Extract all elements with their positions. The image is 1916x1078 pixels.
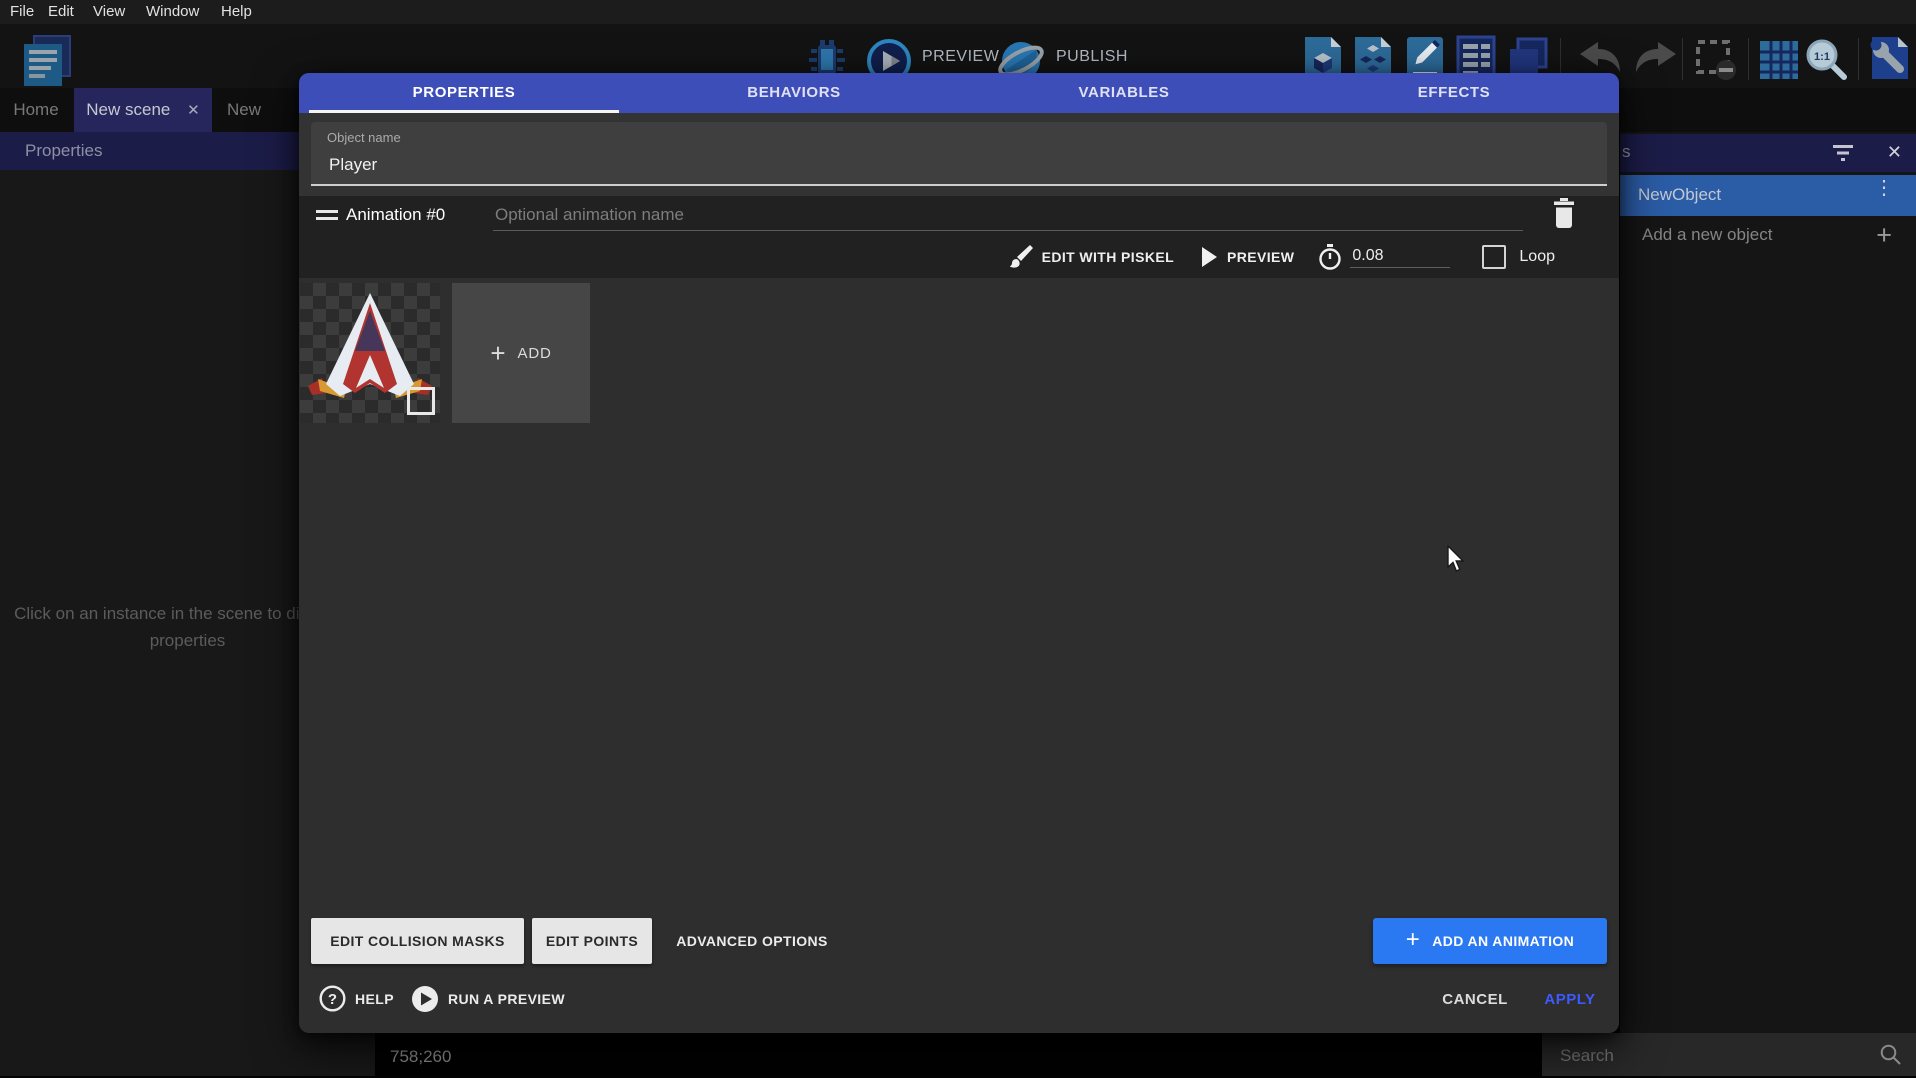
objects-panel-title: s bbox=[1622, 142, 1631, 162]
scene-properties-icon[interactable] bbox=[1868, 35, 1916, 86]
grid-icon[interactable] bbox=[1757, 38, 1801, 87]
plus-icon: + bbox=[490, 338, 505, 369]
search-bar bbox=[1542, 1033, 1916, 1076]
loop-label: Loop bbox=[1519, 248, 1555, 266]
deselect-all-icon[interactable] bbox=[1694, 38, 1738, 87]
animation-name-input[interactable] bbox=[493, 200, 1523, 231]
object-name-label: Object name bbox=[327, 130, 401, 145]
tab-variables[interactable]: VARIABLES bbox=[959, 73, 1289, 113]
menu-file[interactable]: File bbox=[10, 3, 34, 20]
add-object-row[interactable]: Add a new object + bbox=[1620, 216, 1916, 256]
project-manager-icon[interactable] bbox=[18, 34, 76, 95]
cursor-coordinates: 758;260 bbox=[390, 1047, 451, 1067]
publish-label[interactable]: PUBLISH bbox=[1056, 48, 1128, 66]
run-preview-icon bbox=[411, 985, 439, 1013]
tab-new-scene-label: New scene bbox=[86, 100, 170, 119]
animation-header: Animation #0 EDIT WITH PISKEL PRE bbox=[299, 196, 1619, 278]
menu-window[interactable]: Window bbox=[146, 3, 199, 20]
add-frame-button[interactable]: + ADD bbox=[452, 283, 590, 423]
add-an-animation-button[interactable]: + ADD AN ANIMATION bbox=[1373, 918, 1607, 964]
frame-select-checkbox[interactable] bbox=[407, 387, 435, 415]
drag-handle-icon[interactable] bbox=[316, 210, 338, 222]
add-object-plus-icon[interactable]: + bbox=[1876, 220, 1892, 251]
add-object-label: Add a new object bbox=[1642, 225, 1772, 245]
object-more-icon[interactable]: ⋮ bbox=[1874, 181, 1894, 195]
run-a-preview-button[interactable]: RUN A PREVIEW bbox=[411, 985, 565, 1013]
tab-home[interactable]: Home bbox=[0, 88, 72, 132]
animation-frames-row: + ADD bbox=[299, 278, 1619, 430]
apply-button[interactable]: APPLY bbox=[1535, 985, 1605, 1015]
edit-collision-masks-button[interactable]: EDIT COLLISION MASKS bbox=[311, 918, 524, 964]
object-name-input[interactable] bbox=[327, 150, 1591, 180]
animation-toolbar: EDIT WITH PISKEL PREVIEW Loop bbox=[1009, 242, 1555, 272]
objects-panel-header: s ✕ bbox=[1620, 134, 1916, 172]
object-editor-dialog: PROPERTIES BEHAVIORS VARIABLES EFFECTS O… bbox=[299, 73, 1619, 1033]
preview-animation-button[interactable]: PREVIEW bbox=[1200, 246, 1294, 268]
objects-panel: s ✕ NewObject ⋮ Add a new object + bbox=[1620, 132, 1916, 1033]
tab-properties-label: PROPERTIES bbox=[413, 84, 516, 101]
tab-close-icon[interactable]: ✕ bbox=[187, 102, 200, 119]
menu-edit[interactable]: Edit bbox=[48, 3, 74, 20]
redo-button[interactable] bbox=[1630, 40, 1680, 85]
menu-view[interactable]: View bbox=[93, 3, 125, 20]
animation-preview-label: PREVIEW bbox=[1227, 249, 1294, 265]
plus-icon: + bbox=[1406, 926, 1420, 954]
dialog-footer: ? HELP RUN A PREVIEW CANCEL APPLY bbox=[299, 971, 1619, 1033]
delete-animation-button[interactable] bbox=[1551, 198, 1579, 230]
time-between-frames-group bbox=[1318, 244, 1450, 271]
advanced-options-button[interactable]: ADVANCED OPTIONS bbox=[662, 918, 842, 964]
search-icon[interactable] bbox=[1879, 1043, 1902, 1071]
tab-new-scene[interactable]: New scene ✕ bbox=[74, 88, 212, 132]
object-list-item-selected[interactable]: NewObject ⋮ bbox=[1620, 175, 1916, 216]
loop-toggle[interactable]: Loop bbox=[1482, 245, 1555, 269]
add-an-animation-label: ADD AN ANIMATION bbox=[1432, 933, 1574, 949]
timer-icon bbox=[1318, 244, 1342, 271]
play-icon bbox=[1200, 246, 1218, 268]
loop-checkbox[interactable] bbox=[1482, 245, 1506, 269]
animation-title: Animation #0 bbox=[346, 205, 445, 225]
add-frame-label: ADD bbox=[518, 345, 552, 362]
dialog-tab-bar: PROPERTIES BEHAVIORS VARIABLES EFFECTS bbox=[299, 73, 1619, 113]
tab-behaviors[interactable]: BEHAVIORS bbox=[629, 73, 959, 113]
menu-help[interactable]: Help bbox=[221, 3, 252, 20]
edit-with-piskel-label: EDIT WITH PISKEL bbox=[1042, 249, 1174, 265]
search-input[interactable] bbox=[1558, 1033, 1862, 1078]
trash-icon bbox=[1551, 198, 1577, 228]
toolbar-separator bbox=[1682, 38, 1683, 80]
edit-points-button[interactable]: EDIT POINTS bbox=[532, 918, 652, 964]
tab-behaviors-label: BEHAVIORS bbox=[747, 84, 840, 101]
close-panel-icon[interactable]: ✕ bbox=[1887, 142, 1902, 163]
edit-with-piskel-button[interactable]: EDIT WITH PISKEL bbox=[1009, 244, 1174, 270]
zoom-original-icon[interactable]: 1:1 bbox=[1803, 36, 1849, 87]
svg-text:?: ? bbox=[328, 991, 337, 1008]
help-button[interactable]: ? HELP bbox=[319, 985, 394, 1012]
time-between-frames-input[interactable] bbox=[1350, 246, 1450, 268]
tab-properties[interactable]: PROPERTIES bbox=[299, 73, 629, 113]
run-a-preview-label: RUN A PREVIEW bbox=[448, 991, 565, 1007]
sprite-thumbnail[interactable] bbox=[300, 283, 440, 423]
menu-bar: File Edit View Window Help bbox=[0, 0, 1916, 24]
tab-variables-label: VARIABLES bbox=[1079, 84, 1170, 101]
help-label: HELP bbox=[355, 991, 394, 1007]
object-name: NewObject bbox=[1638, 185, 1721, 205]
toolbar-separator bbox=[1858, 38, 1859, 80]
help-icon: ? bbox=[319, 985, 346, 1012]
toolbar-separator bbox=[1748, 38, 1749, 80]
zoom-ratio-label: 1:1 bbox=[1814, 51, 1830, 63]
tab-effects-label: EFFECTS bbox=[1418, 84, 1491, 101]
cancel-button[interactable]: CANCEL bbox=[1427, 985, 1523, 1015]
brush-icon bbox=[1009, 244, 1033, 270]
filter-icon[interactable] bbox=[1832, 143, 1854, 168]
object-name-section: Object name bbox=[299, 113, 1619, 196]
object-name-field[interactable]: Object name bbox=[311, 122, 1607, 186]
tab-effects[interactable]: EFFECTS bbox=[1289, 73, 1619, 113]
preview-label[interactable]: PREVIEW bbox=[922, 48, 999, 66]
